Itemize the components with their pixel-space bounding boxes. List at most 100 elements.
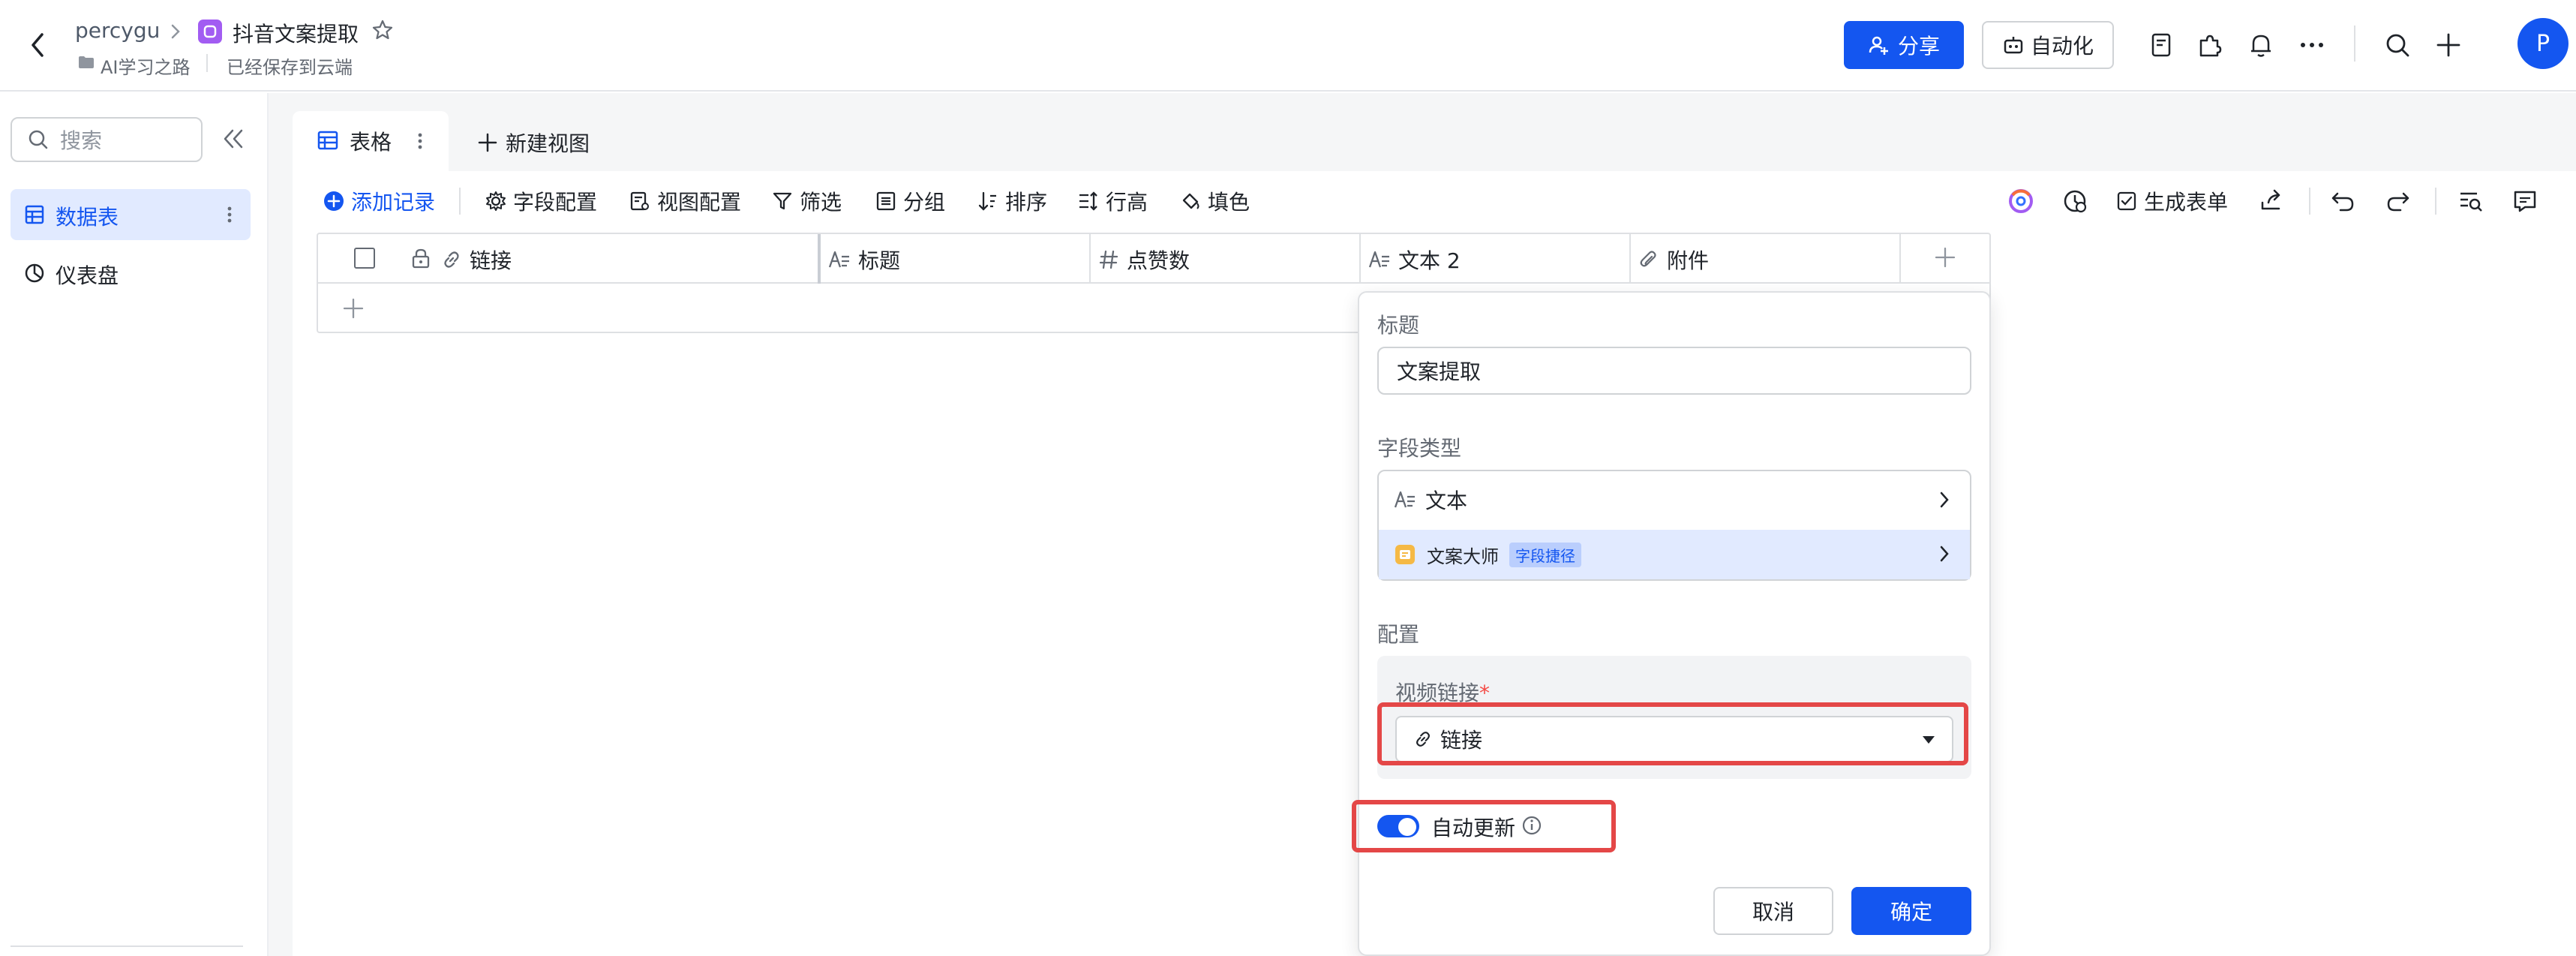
filter-icon xyxy=(771,190,794,212)
group-icon xyxy=(875,190,897,212)
folder-name[interactable]: AI学习之路 xyxy=(101,53,191,79)
add-record-button[interactable]: 添加记录 xyxy=(323,186,435,216)
more-icon[interactable] xyxy=(2297,30,2327,60)
column-label: 文本 2 xyxy=(1398,248,1461,273)
field-config-button[interactable]: 字段配置 xyxy=(485,186,597,216)
share-label: 分享 xyxy=(1897,34,1940,59)
filter-button[interactable]: 筛选 xyxy=(771,186,842,216)
fill-color-button[interactable]: 填色 xyxy=(1179,186,1250,216)
cancel-button[interactable]: 取消 xyxy=(1713,887,1833,935)
sidebar-item-datatable[interactable]: 数据表 xyxy=(11,189,251,240)
text-icon xyxy=(1394,489,1416,510)
sort-label: 排序 xyxy=(1005,190,1048,215)
generate-form-button[interactable]: 生成表单 xyxy=(2115,186,2228,216)
column-header-link[interactable]: 链接 xyxy=(441,245,512,275)
avatar[interactable]: P xyxy=(2517,18,2568,69)
tab-label: 表格 xyxy=(350,130,392,155)
field-type-label: 字段类型 xyxy=(1377,436,1462,461)
highlight-box-auto-update xyxy=(1352,800,1616,852)
doc-list-icon[interactable] xyxy=(2147,30,2177,60)
select-all-checkbox[interactable] xyxy=(354,248,375,269)
column-divider xyxy=(1359,234,1361,284)
more-vertical-icon[interactable] xyxy=(416,131,425,152)
view-config-label: 视图配置 xyxy=(657,190,742,215)
generate-form-label: 生成表单 xyxy=(2144,190,2229,215)
plus-icon[interactable] xyxy=(2433,30,2463,60)
lock-icon xyxy=(411,248,431,269)
column-header-attachment[interactable]: 附件 xyxy=(1638,245,1709,275)
confirm-button[interactable]: 确定 xyxy=(1851,887,1971,935)
breadcrumb-user[interactable]: percygu xyxy=(75,18,160,43)
frozen-column-divider[interactable] xyxy=(818,234,821,284)
add-column-icon[interactable] xyxy=(1934,246,1956,269)
undo-icon[interactable] xyxy=(2330,188,2357,215)
fill-color-label: 填色 xyxy=(1208,190,1250,215)
field-type-value: 文本 xyxy=(1425,489,1468,513)
column-divider xyxy=(1089,234,1091,284)
automation-button[interactable]: 自动化 xyxy=(1982,21,2114,69)
field-shortcut-option[interactable]: 文案大师 字段捷径 xyxy=(1379,530,1970,579)
row-height-icon xyxy=(1077,190,1100,212)
save-status: 已经保存到云端 xyxy=(227,57,353,78)
text-icon xyxy=(1368,249,1391,270)
collapse-sidebar-icon[interactable] xyxy=(221,128,246,150)
shortcut-badge: 字段捷径 xyxy=(1509,542,1581,567)
tab-table[interactable]: 表格 xyxy=(293,111,449,171)
chevron-right-icon xyxy=(1937,489,1952,510)
add-record-label: 添加记录 xyxy=(351,190,436,215)
title-input[interactable]: 文案提取 xyxy=(1377,347,1971,395)
group-label: 分组 xyxy=(903,190,946,215)
sidebar-item-label: 仪表盘 xyxy=(56,263,119,288)
share-button[interactable]: 分享 xyxy=(1844,21,1964,69)
comment-icon[interactable] xyxy=(2511,188,2538,215)
more-vertical-icon[interactable] xyxy=(225,204,234,225)
attachment-icon xyxy=(1638,249,1659,270)
column-label: 标题 xyxy=(858,248,901,273)
filter-label: 筛选 xyxy=(800,190,842,215)
divider xyxy=(459,188,461,215)
group-button[interactable]: 分组 xyxy=(875,186,945,216)
view-config-button[interactable]: 视图配置 xyxy=(629,186,741,216)
history-icon[interactable] xyxy=(2060,186,2090,216)
plugin-icon[interactable] xyxy=(2195,30,2225,60)
add-user-icon xyxy=(1868,34,1890,56)
find-icon[interactable] xyxy=(2457,188,2484,215)
chevron-right-icon xyxy=(1937,543,1952,564)
sidebar-item-dashboard[interactable]: 仪表盘 xyxy=(11,248,251,299)
number-icon xyxy=(1098,249,1119,270)
add-circle-icon xyxy=(323,190,345,212)
shortcut-name: 文案大师 xyxy=(1427,546,1499,567)
new-view-button[interactable]: 新建视图 xyxy=(477,128,590,158)
sort-button[interactable]: 排序 xyxy=(977,186,1047,216)
divider xyxy=(2309,188,2310,215)
chevron-right-icon xyxy=(168,21,183,42)
redo-icon[interactable] xyxy=(2384,188,2411,215)
ai-assistant-icon[interactable] xyxy=(2006,186,2036,216)
robot-icon xyxy=(2002,34,2025,56)
column-header-title[interactable]: 标题 xyxy=(828,245,900,275)
search-placeholder: 搜索 xyxy=(60,128,103,153)
star-icon[interactable] xyxy=(371,18,395,42)
column-divider xyxy=(1899,234,1901,284)
new-view-label: 新建视图 xyxy=(506,131,590,156)
bell-icon[interactable] xyxy=(2246,30,2276,60)
column-header-text2[interactable]: 文本 2 xyxy=(1368,245,1461,275)
search-icon[interactable] xyxy=(2382,30,2412,60)
field-type-option-text[interactable]: 文本 xyxy=(1379,471,1970,528)
search-input[interactable]: 搜索 xyxy=(11,117,203,162)
divider xyxy=(2354,26,2355,62)
share-out-icon[interactable] xyxy=(2258,188,2285,215)
column-header-likes[interactable]: 点赞数 xyxy=(1098,245,1190,275)
add-row-icon[interactable] xyxy=(342,297,365,320)
row-height-button[interactable]: 行高 xyxy=(1077,186,1148,216)
app-icon xyxy=(198,20,222,44)
back-arrow-icon[interactable] xyxy=(29,30,47,60)
divider xyxy=(11,945,243,947)
dashboard-icon xyxy=(24,263,45,284)
title-field-label: 标题 xyxy=(1377,313,1420,338)
table-icon xyxy=(317,129,339,152)
sidebar-item-label: 数据表 xyxy=(56,205,119,230)
doc-title[interactable]: 抖音文案提取 xyxy=(233,18,359,48)
highlight-box-video-link xyxy=(1377,702,1968,765)
text-icon xyxy=(828,249,851,270)
